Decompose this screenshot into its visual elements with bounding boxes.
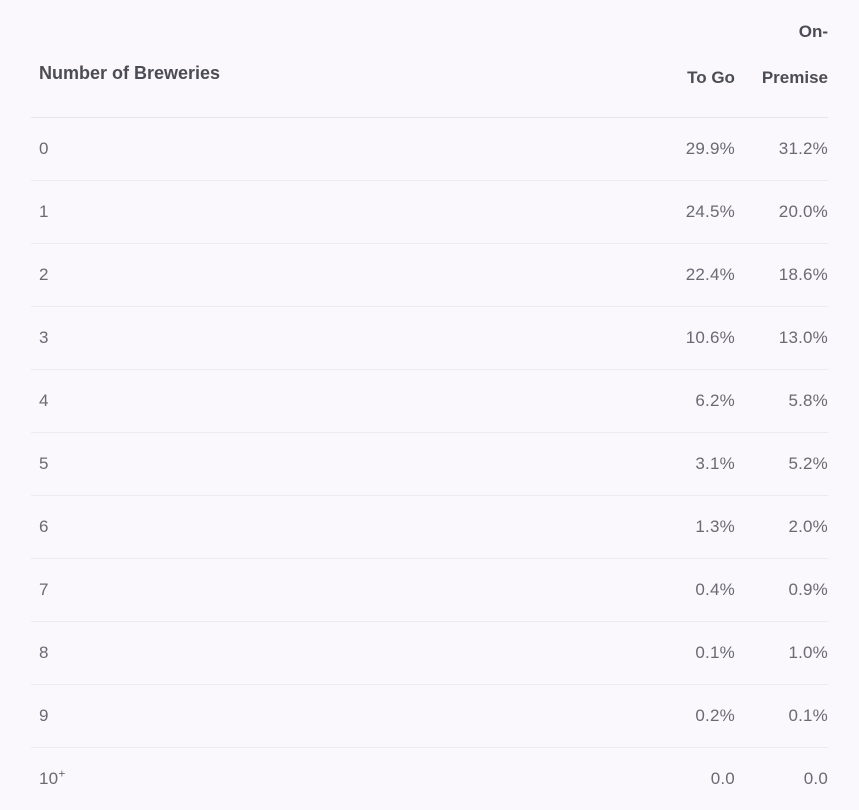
- row-label: 7: [31, 559, 665, 622]
- row-label-suffix: +: [58, 766, 65, 780]
- table-row: 1 24.5% 20.0%: [31, 181, 828, 244]
- cell-to-go: 24.5%: [665, 181, 735, 244]
- table-row: 6 1.3% 2.0%: [31, 496, 828, 559]
- row-label-text: 9: [39, 706, 49, 725]
- cell-to-go: 0.4%: [665, 559, 735, 622]
- cell-on-premise: 0.0: [735, 748, 828, 810]
- cell-on-premise: 13.0%: [735, 307, 828, 370]
- cell-to-go: 0.2%: [665, 685, 735, 748]
- cell-on-premise: 5.2%: [735, 433, 828, 496]
- brewery-distribution-table: Number of Breweries To Go On-Premise 0 2…: [31, 0, 828, 810]
- cell-on-premise: 2.0%: [735, 496, 828, 559]
- row-label-text: 0: [39, 139, 49, 158]
- row-label-text: 5: [39, 454, 49, 473]
- cell-to-go: 29.9%: [665, 118, 735, 181]
- row-label: 9: [31, 685, 665, 748]
- cell-on-premise: 5.8%: [735, 370, 828, 433]
- table-row: 5 3.1% 5.2%: [31, 433, 828, 496]
- table-row: 7 0.4% 0.9%: [31, 559, 828, 622]
- cell-to-go: 0.0: [665, 748, 735, 810]
- row-label: 4: [31, 370, 665, 433]
- row-label: 3: [31, 307, 665, 370]
- cell-to-go: 6.2%: [665, 370, 735, 433]
- column-header-to-go: To Go: [665, 0, 735, 118]
- table-row: 4 6.2% 5.8%: [31, 370, 828, 433]
- table-row: 0 29.9% 31.2%: [31, 118, 828, 181]
- cell-on-premise: 0.9%: [735, 559, 828, 622]
- cell-to-go: 1.3%: [665, 496, 735, 559]
- table-row: 8 0.1% 1.0%: [31, 622, 828, 685]
- row-label: 10+: [31, 748, 665, 810]
- table-header-row: Number of Breweries To Go On-Premise: [31, 0, 828, 118]
- cell-to-go: 22.4%: [665, 244, 735, 307]
- table-row: 3 10.6% 13.0%: [31, 307, 828, 370]
- table-row: 2 22.4% 18.6%: [31, 244, 828, 307]
- row-label-text: 2: [39, 265, 49, 284]
- cell-to-go: 10.6%: [665, 307, 735, 370]
- row-label: 6: [31, 496, 665, 559]
- row-label: 0: [31, 118, 665, 181]
- cell-to-go: 3.1%: [665, 433, 735, 496]
- row-label: 5: [31, 433, 665, 496]
- row-label-text: 4: [39, 391, 49, 410]
- brewery-distribution-table-container: Number of Breweries To Go On-Premise 0 2…: [0, 0, 859, 771]
- row-label-text: 7: [39, 580, 49, 599]
- cell-on-premise: 18.6%: [735, 244, 828, 307]
- row-label: 8: [31, 622, 665, 685]
- row-label-text: 8: [39, 643, 49, 662]
- row-label-text: 10: [39, 769, 58, 788]
- table-header: Number of Breweries To Go On-Premise: [31, 0, 828, 118]
- column-header-on-premise: On-Premise: [735, 0, 828, 118]
- row-label-text: 6: [39, 517, 49, 536]
- cell-on-premise: 0.1%: [735, 685, 828, 748]
- table-row: 9 0.2% 0.1%: [31, 685, 828, 748]
- cell-on-premise: 20.0%: [735, 181, 828, 244]
- row-label-text: 1: [39, 202, 49, 221]
- cell-on-premise: 31.2%: [735, 118, 828, 181]
- table-body: 0 29.9% 31.2% 1 24.5% 20.0% 2 22.4% 18.6…: [31, 118, 828, 810]
- column-header-number-of-breweries: Number of Breweries: [31, 0, 665, 118]
- row-label-text: 3: [39, 328, 49, 347]
- table-row: 10+ 0.0 0.0: [31, 748, 828, 810]
- row-label: 2: [31, 244, 665, 307]
- cell-on-premise: 1.0%: [735, 622, 828, 685]
- row-label: 1: [31, 181, 665, 244]
- cell-to-go: 0.1%: [665, 622, 735, 685]
